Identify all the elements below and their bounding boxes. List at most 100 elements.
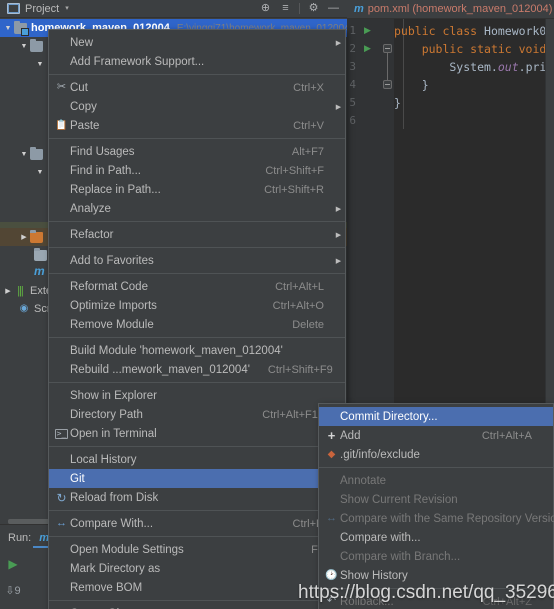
menu-item-add-to-favorites[interactable]: Add to Favorites ▶ — [49, 251, 345, 270]
collapse-all-icon[interactable]: ≡ — [277, 1, 294, 17]
run-gutter-icon[interactable]: ▶ — [364, 25, 374, 35]
expand-arrow-icon[interactable] — [18, 43, 30, 50]
locate-icon[interactable]: ⊕ — [257, 1, 274, 17]
menu-item-shortcut: Delete — [292, 318, 324, 331]
menu-item-shortcut: Ctrl+V — [293, 119, 324, 132]
editor-tab-label: pom.xml (homework_maven_012004) — [367, 3, 553, 15]
menu-item-build-module[interactable]: Build Module 'homework_maven_012004' ▶ — [49, 341, 345, 360]
menu-separator — [49, 221, 345, 222]
add-plus-icon — [323, 429, 340, 442]
menu-item-label: Git — [70, 472, 85, 485]
menu-separator — [49, 337, 345, 338]
expand-arrow-icon[interactable] — [34, 61, 46, 68]
tree-row-resources[interactable] — [0, 228, 47, 246]
menu-item-paste[interactable]: Paste Ctrl+V ▶ — [49, 116, 345, 135]
paste-clipboard-icon — [53, 121, 70, 131]
menu-item-compare-same-repo-version: Compare with the Same Repository Version… — [319, 509, 554, 528]
fold-region-icon[interactable] — [383, 44, 392, 53]
menu-item-copy[interactable]: Copy ▶ — [49, 97, 345, 116]
submenu-arrow-icon: ▶ — [335, 205, 342, 213]
menu-item-add-framework-support[interactable]: Add Framework Support... ▶ — [49, 52, 345, 71]
menu-item-label: Refactor — [70, 228, 114, 241]
tree-row-folder-2[interactable] — [0, 145, 47, 163]
collapse-arrow-icon[interactable] — [2, 287, 14, 295]
menu-item-label: Local History — [70, 453, 137, 466]
menu-item-label: Compare With... — [70, 517, 154, 530]
menu-item-show-in-explorer[interactable]: Show in Explorer ▶ — [49, 386, 345, 405]
menu-item-git-add[interactable]: Add Ctrl+Alt+A ▶ — [319, 426, 553, 445]
settings-gear-icon[interactable]: ⚙ — [305, 1, 322, 17]
chevron-down-icon[interactable]: ▾ — [65, 5, 69, 12]
menu-item-git-compare-with[interactable]: Compare with... ▶ — [319, 528, 553, 547]
menu-item-reformat-code[interactable]: Reformat Code Ctrl+Alt+L ▶ — [49, 277, 345, 296]
menu-item-shortcut: Ctrl+Shift+F — [265, 164, 324, 177]
rerun-button[interactable]: ▶ — [0, 551, 26, 577]
tree-row-folder-3[interactable] — [0, 163, 46, 181]
compare-icon — [323, 513, 340, 524]
tool-window-header: Project ▾ ⊕ ≡ ⚙ — — [0, 0, 347, 18]
menu-item-mark-directory-as[interactable]: Mark Directory as ▶ — [49, 559, 345, 578]
menu-item-optimize-imports[interactable]: Optimize Imports Ctrl+Alt+O ▶ — [49, 296, 345, 315]
menu-item-shortcut: Ctrl+Shift+R — [264, 183, 324, 196]
menu-item-remove-module[interactable]: Remove Module Delete ▶ — [49, 315, 345, 334]
menu-item-refactor[interactable]: Refactor ▶ — [49, 225, 345, 244]
debug-button[interactable]: ⇩9 — [0, 577, 26, 603]
expand-arrow-icon[interactable] — [2, 25, 14, 32]
submenu-arrow-icon: ▶ — [335, 257, 342, 265]
menu-item-label: Add to Favorites — [70, 254, 154, 267]
editor-tab-pom-xml[interactable]: m pom.xml (homework_maven_012004) › — [347, 0, 554, 19]
code-line-4: } — [394, 78, 429, 92]
menu-item-directory-path[interactable]: Directory Path Ctrl+Alt+F12 ▶ — [49, 405, 345, 424]
menu-item-find-usages[interactable]: Find Usages Alt+F7 ▶ — [49, 142, 345, 161]
menu-item-label: Reformat Code — [70, 280, 148, 293]
menu-item-new[interactable]: New ▶ — [49, 33, 345, 52]
hide-icon[interactable]: — — [325, 1, 342, 17]
menu-item-local-history[interactable]: Local History ▶ — [49, 450, 345, 469]
menu-item-compare-with[interactable]: Compare With... Ctrl+D ▶ — [49, 514, 345, 533]
menu-separator — [49, 74, 345, 75]
menu-item-label: Copy — [70, 100, 97, 113]
menu-item-label: Add Framework Support... — [70, 55, 205, 68]
menu-item-git-exclude[interactable]: .git/info/exclude ▶ — [319, 445, 553, 464]
menu-item-create-gist[interactable]: Create Gist... ▶ — [49, 604, 345, 609]
toolbar-divider — [299, 3, 300, 14]
menu-item-git[interactable]: Git ▶ — [49, 469, 345, 488]
fold-line — [387, 53, 388, 81]
menu-item-rebuild-module[interactable]: Rebuild ...mework_maven_012004' Ctrl+Shi… — [49, 360, 345, 379]
menu-item-label: Directory Path — [70, 408, 143, 421]
expand-arrow-icon[interactable] — [18, 151, 30, 158]
folder-icon — [30, 146, 43, 160]
compare-icon — [53, 518, 70, 529]
menu-item-analyze[interactable]: Analyze ▶ — [49, 199, 345, 218]
menu-item-commit-directory[interactable]: Commit Directory... ▶ — [319, 407, 553, 426]
folder-icon — [30, 38, 43, 52]
menu-item-label: Cut — [70, 81, 88, 94]
menu-item-label: Compare with the Same Repository Version — [340, 512, 554, 525]
menu-item-replace-in-path[interactable]: Replace in Path... Ctrl+Shift+R ▶ — [49, 180, 345, 199]
tree-row-pom[interactable]: m — [0, 262, 45, 280]
menu-item-find-in-path[interactable]: Find in Path... Ctrl+Shift+F ▶ — [49, 161, 345, 180]
menu-item-cut[interactable]: Cut Ctrl+X ▶ — [49, 78, 345, 97]
expand-arrow-icon[interactable] — [34, 169, 46, 176]
run-side-toolbar: ▶ ⇩9 — [0, 551, 26, 609]
tree-row-nested-folder[interactable] — [0, 55, 46, 73]
tool-window-actions: ⊕ ≡ ⚙ — — [257, 1, 347, 17]
history-clock-icon — [323, 571, 340, 581]
collapse-arrow-icon[interactable] — [18, 233, 30, 241]
reload-icon — [53, 492, 70, 504]
tree-row-src-folder[interactable] — [0, 37, 47, 55]
menu-item-open-module-settings[interactable]: Open Module Settings F4 ▶ — [49, 540, 345, 559]
menu-separator — [49, 510, 345, 511]
run-tab-row: Run: m — [0, 529, 49, 547]
menu-item-reload-from-disk[interactable]: Reload from Disk ▶ — [49, 488, 345, 507]
menu-item-label: Add — [340, 429, 361, 442]
menu-item-label: Build Module 'homework_maven_012004' — [70, 344, 283, 357]
git-submenu[interactable]: Commit Directory... ▶ Add Ctrl+Alt+A ▶ .… — [318, 403, 554, 609]
run-gutter-icon[interactable]: ▶ — [364, 43, 374, 53]
stop-button[interactable] — [0, 603, 26, 609]
code-line-5: } — [394, 96, 401, 110]
fold-region-icon[interactable] — [383, 80, 392, 89]
menu-item-show-current-revision: Show Current Revision ▶ — [319, 490, 553, 509]
context-menu[interactable]: New ▶ Add Framework Support... ▶ Cut Ctr… — [48, 29, 346, 609]
menu-item-open-in-terminal[interactable]: >_ Open in Terminal ▶ — [49, 424, 345, 443]
